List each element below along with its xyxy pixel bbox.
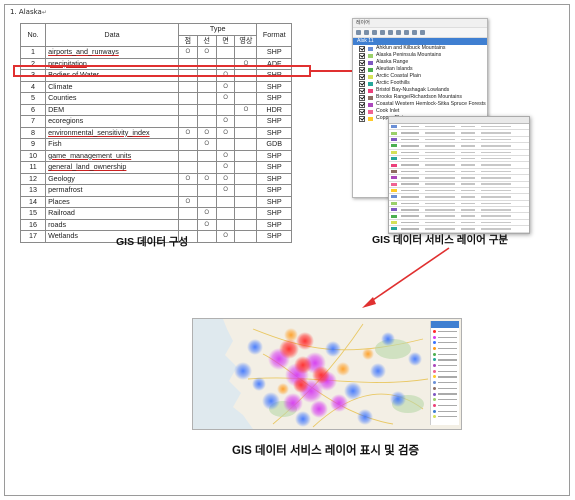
map-view[interactable] — [192, 318, 462, 430]
map-canvas — [193, 319, 461, 429]
legend-item[interactable] — [433, 363, 457, 368]
legend-title-bar — [431, 321, 459, 328]
legend-item[interactable] — [433, 369, 457, 373]
legend-item[interactable] — [433, 346, 457, 351]
legend-item[interactable] — [433, 380, 457, 385]
legend-item[interactable] — [433, 335, 457, 339]
legend-item[interactable] — [433, 358, 457, 362]
map-legend-panel — [430, 321, 459, 425]
legend-item[interactable] — [433, 352, 457, 356]
legend-item[interactable] — [433, 409, 457, 413]
arrow-line — [369, 247, 450, 303]
legend-item[interactable] — [433, 341, 457, 345]
legend-rows — [431, 329, 459, 419]
caption-layer-display: GIS 데이터 서비스 레이어 표시 및 검증 — [232, 445, 420, 457]
legend-item[interactable] — [433, 398, 457, 402]
legend-item[interactable] — [433, 375, 457, 379]
legend-item[interactable] — [433, 386, 457, 390]
legend-item[interactable] — [433, 403, 457, 407]
legend-item[interactable] — [433, 329, 457, 333]
legend-item[interactable] — [433, 392, 457, 396]
legend-item[interactable] — [433, 415, 457, 419]
